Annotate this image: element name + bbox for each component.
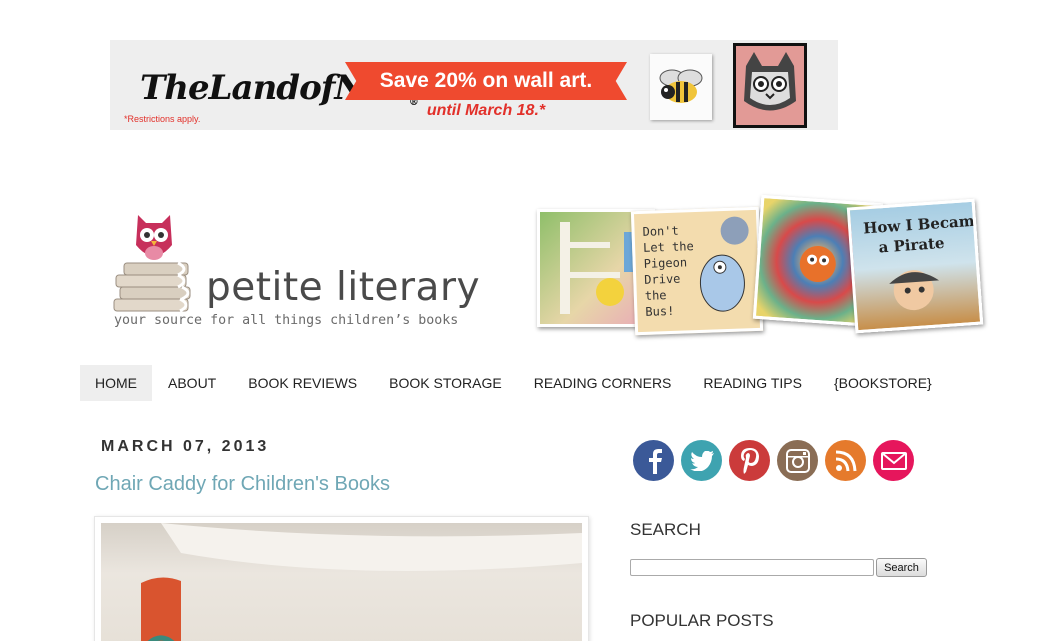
nav-reading-tips[interactable]: READING TIPS: [687, 365, 818, 401]
ad-restrictions: *Restrictions apply.: [124, 114, 201, 124]
book-cover-pigeon: Don't Let the Pigeon Drive the Bus!: [630, 206, 764, 336]
pinterest-icon[interactable]: [729, 440, 770, 481]
facebook-icon[interactable]: [633, 440, 674, 481]
svg-text:the: the: [645, 288, 667, 303]
owl-icon: [136, 215, 172, 260]
book-stack-icon: [113, 261, 191, 313]
nav-book-reviews[interactable]: BOOK REVIEWS: [232, 365, 373, 401]
svg-text:Don't: Don't: [642, 224, 679, 239]
svg-text:Drive: Drive: [644, 272, 681, 287]
bee-art-image: [650, 54, 712, 120]
ad-until-text: until March 18.*: [426, 102, 546, 119]
cat-art-image: [733, 43, 807, 128]
post-date: MARCH 07, 2013: [101, 438, 270, 455]
main-nav: HOME ABOUT BOOK REVIEWS BOOK STORAGE REA…: [80, 365, 948, 401]
search-input[interactable]: [630, 559, 874, 576]
site-tagline: your source for all things children’s bo…: [114, 313, 459, 328]
nav-about[interactable]: ABOUT: [152, 365, 232, 401]
search-button[interactable]: Search: [876, 558, 927, 577]
site-title: petite literary: [206, 265, 481, 310]
site-logo[interactable]: petite literary your source for all thin…: [110, 205, 520, 335]
nav-bookstore[interactable]: {BOOKSTORE}: [818, 365, 948, 401]
ad-banner[interactable]: TheLandofNod® *Restrictions apply. Save …: [110, 40, 838, 130]
nav-book-storage[interactable]: BOOK STORAGE: [373, 365, 518, 401]
social-links: [633, 440, 914, 481]
svg-text:Pigeon: Pigeon: [643, 255, 687, 271]
book-cover-pirate: How I Became a Pirate: [846, 198, 985, 334]
book-covers-collage: Don't Let the Pigeon Drive the Bus! How …: [535, 194, 985, 336]
svg-text:Bus!: Bus!: [645, 304, 674, 319]
twitter-icon[interactable]: [681, 440, 722, 481]
popular-posts-heading: POPULAR POSTS: [630, 611, 774, 630]
rss-icon[interactable]: [825, 440, 866, 481]
search-heading: SEARCH: [630, 520, 701, 539]
svg-text:a Pirate: a Pirate: [878, 234, 945, 257]
nav-reading-corners[interactable]: READING CORNERS: [518, 365, 688, 401]
email-icon[interactable]: [873, 440, 914, 481]
nav-home[interactable]: HOME: [80, 365, 152, 401]
svg-text:Let the: Let the: [643, 239, 694, 255]
post-image[interactable]: [94, 516, 589, 641]
ad-headline-ribbon: Save 20% on wall art.: [345, 62, 627, 100]
svg-text:How I Became: How I Became: [863, 211, 980, 237]
post-title-link[interactable]: Chair Caddy for Children's Books: [95, 473, 390, 496]
instagram-icon[interactable]: [777, 440, 818, 481]
